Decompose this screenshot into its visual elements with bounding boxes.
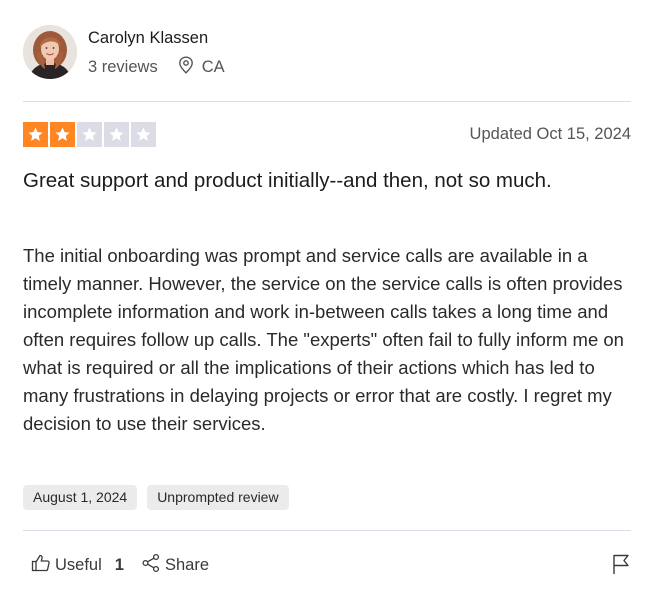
star-rating [23, 122, 156, 147]
avatar[interactable] [23, 25, 77, 79]
review-card: Carolyn Klassen 3 reviews CA Updated Oct… [0, 0, 655, 592]
reviewer-location: CA [178, 55, 225, 79]
footer-divider [23, 530, 631, 531]
star-icon [50, 122, 75, 147]
review-tags: August 1, 2024 Unprompted review [23, 485, 289, 510]
reviewer-meta: 3 reviews CA [88, 55, 225, 79]
reviewer-name[interactable]: Carolyn Klassen [88, 28, 225, 48]
useful-count: 1 [114, 556, 124, 574]
useful-label: Useful [55, 556, 102, 574]
reviewer-header: Carolyn Klassen 3 reviews CA [23, 25, 225, 79]
share-button[interactable]: Share [141, 553, 209, 578]
star-icon [77, 122, 102, 147]
review-title[interactable]: Great support and product initially--and… [23, 168, 563, 194]
thumbs-up-icon [31, 553, 55, 578]
review-type-tag[interactable]: Unprompted review [147, 485, 289, 510]
experience-date-tag: August 1, 2024 [23, 485, 138, 510]
star-icon [104, 122, 129, 147]
star-icon [131, 122, 156, 147]
header-divider [23, 101, 631, 102]
reviews-count: 3 reviews [88, 58, 158, 76]
share-label: Share [164, 556, 209, 574]
share-icon [141, 553, 165, 578]
location-label: CA [201, 58, 225, 76]
location-pin-icon [178, 55, 202, 79]
review-actions: Useful 1 Share [31, 553, 209, 578]
updated-date: Updated Oct 15, 2024 [469, 125, 631, 143]
star-icon [23, 122, 48, 147]
useful-button[interactable]: Useful 1 [31, 553, 124, 578]
flag-button[interactable] [612, 553, 630, 580]
review-body: The initial onboarding was prompt and se… [23, 245, 624, 434]
reviewer-info: Carolyn Klassen 3 reviews CA [88, 26, 225, 79]
flag-icon [612, 554, 630, 579]
